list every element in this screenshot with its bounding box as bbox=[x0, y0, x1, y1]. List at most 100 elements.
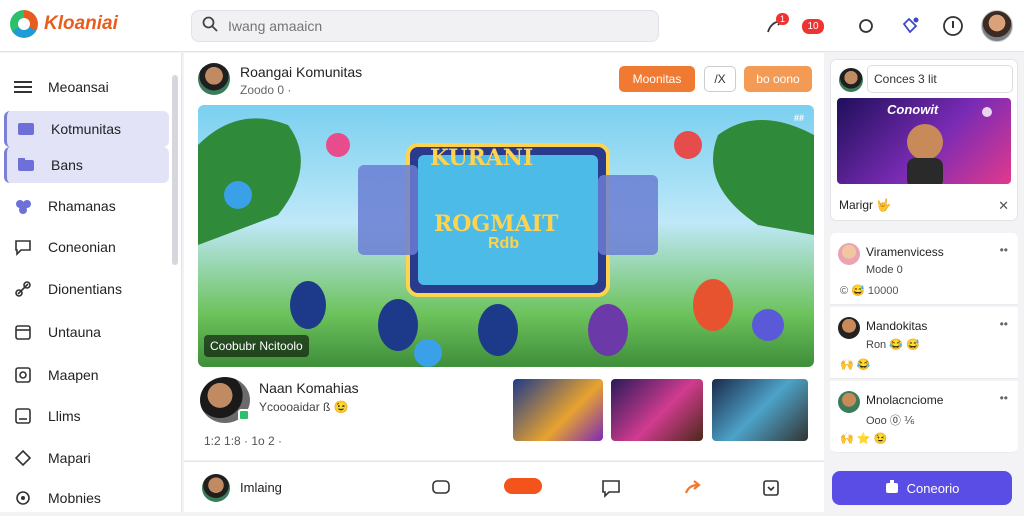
search-icon bbox=[202, 16, 218, 37]
refresh-icon[interactable] bbox=[853, 13, 879, 39]
list-icon bbox=[14, 407, 32, 425]
sidebar-item-label: Meoansai bbox=[48, 79, 109, 95]
promo-footer: Marigr 🤟 bbox=[839, 198, 891, 212]
post2-subtitle: Ycoooaidar ß 😉 bbox=[259, 400, 349, 414]
feed-reactions: © 😅 10000 bbox=[840, 285, 899, 297]
feed-item[interactable]: Mnolacnciome Ooo ⓪ ⅙ 🙌 ⭐ 😉 •• bbox=[830, 381, 1018, 453]
sidebar-item-label: Untauna bbox=[48, 324, 101, 340]
sidebar-item-chat[interactable]: Coneonian bbox=[4, 229, 169, 265]
sidebar-item-label: Maapen bbox=[48, 367, 99, 383]
post-author-avatar[interactable] bbox=[198, 63, 230, 95]
chat-icon bbox=[14, 238, 32, 256]
more-button[interactable]: bo oono bbox=[744, 66, 812, 92]
sidebar-item-links[interactable]: Dionentians bbox=[4, 271, 169, 307]
sidebar-item-label: Rhamanas bbox=[48, 198, 116, 214]
create-button[interactable]: Coneorio bbox=[832, 471, 1012, 505]
composer-avatar[interactable] bbox=[202, 474, 230, 502]
sidebar-item-list[interactable]: Llims bbox=[4, 398, 169, 434]
main-feed: Roangai Komunitas Zoodo 0 · Moonitas /X … bbox=[184, 53, 824, 460]
notif-badge: 1 bbox=[776, 13, 790, 25]
search-input[interactable] bbox=[228, 18, 628, 34]
live-badge[interactable]: 10 bbox=[799, 13, 827, 39]
hero-caption: Coobubr Ncitoolo bbox=[204, 335, 309, 357]
sidebar-item-calendar[interactable]: Untauna bbox=[4, 314, 169, 350]
right-panel: Conces 3 lit Conowit Marigr 🤟 ✕ Viramenv… bbox=[826, 53, 1024, 512]
composer-label[interactable]: Imlaing bbox=[240, 480, 282, 495]
sidebar-item-pin[interactable]: Mapari bbox=[4, 440, 169, 476]
bookmark-icon[interactable] bbox=[761, 478, 781, 498]
hero-title-sub: Rdb bbox=[488, 235, 520, 252]
sidebar-scrollbar[interactable] bbox=[172, 75, 178, 265]
comment-avatar bbox=[839, 68, 863, 92]
hero-title-top: KURANI bbox=[430, 145, 534, 171]
thumbnail-3[interactable] bbox=[712, 379, 808, 441]
settings-icon bbox=[14, 489, 32, 507]
sidebar-item-users[interactable]: Rhamanas bbox=[4, 188, 169, 224]
community-icon bbox=[17, 120, 35, 138]
feed-avatar bbox=[838, 317, 860, 339]
hero-tag: ## bbox=[793, 113, 804, 123]
sidebar-item-label: Llims bbox=[48, 408, 81, 424]
sidebar-item-label: Bans bbox=[51, 157, 83, 173]
app-logo[interactable]: Kloaniai bbox=[10, 10, 118, 38]
sidebar-item-label: Mapari bbox=[48, 450, 91, 466]
comment-input-text: Conces 3 lit bbox=[874, 72, 937, 86]
sidebar-item-community[interactable]: Kotmunitas bbox=[4, 111, 169, 147]
map-icon bbox=[14, 366, 32, 384]
search-bar[interactable] bbox=[191, 10, 659, 42]
share-arrow-icon[interactable] bbox=[683, 478, 703, 498]
create-button-label: Coneorio bbox=[906, 480, 960, 496]
feed-name: Mandokitas bbox=[866, 319, 928, 333]
thumbnail-1[interactable] bbox=[513, 379, 603, 441]
follow-button[interactable]: Moonitas bbox=[619, 66, 695, 92]
comment-icon[interactable] bbox=[431, 478, 451, 498]
more-icon[interactable]: •• bbox=[1000, 317, 1008, 331]
folder-icon bbox=[17, 156, 35, 174]
message-icon[interactable] bbox=[601, 478, 621, 498]
calendar-icon bbox=[14, 323, 32, 341]
sidebar-item-label: Coneonian bbox=[48, 239, 116, 255]
more-icon[interactable]: •• bbox=[1000, 391, 1008, 405]
feed-sub: Mode 0 bbox=[866, 264, 903, 276]
feed-item[interactable]: Viramenvicess Mode 0 © 😅 10000 •• bbox=[830, 233, 1018, 305]
feed-sub: Ooo ⓪ ⅙ bbox=[866, 415, 915, 427]
users-icon bbox=[14, 197, 32, 215]
promo-card: Conces 3 lit Conowit Marigr 🤟 ✕ bbox=[830, 59, 1018, 221]
thumbnail-2[interactable] bbox=[611, 379, 703, 441]
more-icon[interactable]: •• bbox=[1000, 243, 1008, 257]
feed-avatar bbox=[838, 391, 860, 413]
puzzle-icon[interactable] bbox=[897, 13, 923, 39]
close-icon[interactable]: ✕ bbox=[998, 198, 1009, 214]
link-icon bbox=[14, 280, 32, 298]
online-indicator bbox=[238, 409, 250, 421]
promo-footer-text: Marigr 🤟 bbox=[839, 198, 892, 212]
sidebar-item-menu[interactable]: Meoansai bbox=[4, 69, 169, 105]
action-bar: Imlaing bbox=[184, 461, 824, 512]
share-icon[interactable]: 1 bbox=[762, 13, 790, 39]
hero-title-main: ROGMAIT bbox=[434, 211, 559, 237]
post2-title[interactable]: Naan Komahias bbox=[259, 380, 359, 396]
menu-icon bbox=[14, 78, 32, 96]
post-meta: Zoodo 0 · bbox=[240, 83, 292, 97]
comment-input[interactable]: Conces 3 lit bbox=[867, 65, 1013, 93]
sidebar-item-settings[interactable]: Mobnies bbox=[4, 480, 169, 516]
feed-reactions: 🙌 😂 bbox=[840, 359, 871, 371]
live-pill[interactable] bbox=[504, 478, 542, 494]
hero-image[interactable]: KURANI ROGMAIT Rdb ## Coobubr Ncitoolo bbox=[198, 105, 814, 367]
sidebar-item-bans[interactable]: Bans bbox=[4, 147, 169, 183]
feed-sub: Ron 😂 😅 bbox=[866, 339, 920, 351]
info-icon[interactable] bbox=[940, 13, 966, 39]
app-name: Kloaniai bbox=[44, 13, 118, 34]
user-avatar[interactable] bbox=[981, 10, 1013, 42]
sidebar: Meoansai Kotmunitas Bans Rhamanas Coneon… bbox=[0, 53, 182, 512]
logo-icon bbox=[10, 10, 38, 38]
feed-item[interactable]: Mandokitas Ron 😂 😅 🙌 😂 •• bbox=[830, 307, 1018, 379]
feed-avatar bbox=[838, 243, 860, 265]
create-icon bbox=[885, 479, 899, 497]
top-bar: Kloaniai 1 10 bbox=[0, 0, 1024, 52]
post-title[interactable]: Roangai Komunitas bbox=[240, 64, 362, 80]
promo-banner[interactable]: Conowit bbox=[837, 98, 1011, 184]
sidebar-item-label: Kotmunitas bbox=[51, 121, 122, 137]
mute-button[interactable]: /X bbox=[704, 66, 736, 92]
sidebar-item-map[interactable]: Maapen bbox=[4, 357, 169, 393]
